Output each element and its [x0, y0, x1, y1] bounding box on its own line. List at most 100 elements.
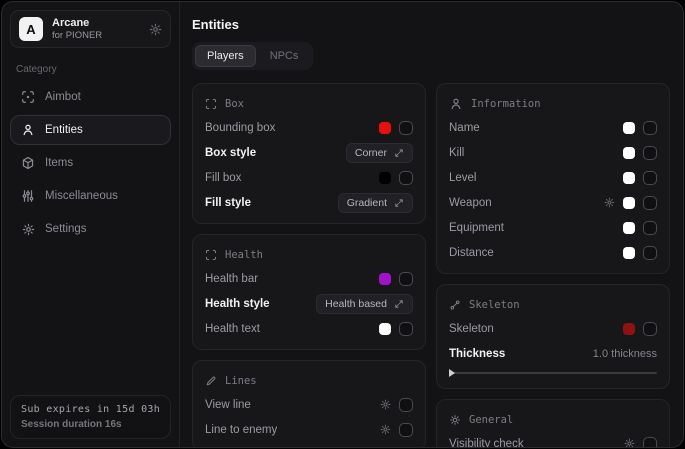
row-controls: [380, 423, 413, 437]
checkbox[interactable]: [643, 146, 657, 160]
sidebar-item-aimbot[interactable]: Aimbot: [10, 82, 171, 112]
style-select[interactable]: Health based: [316, 294, 413, 314]
color-swatch[interactable]: [379, 323, 391, 335]
sun-icon: [449, 414, 461, 426]
brand-logo: A: [19, 17, 43, 41]
person-icon: [449, 97, 463, 111]
gear-icon[interactable]: [380, 399, 391, 410]
color-swatch[interactable]: [623, 172, 635, 184]
row-label: Line to enemy: [205, 424, 277, 436]
row-label: Distance: [449, 247, 494, 259]
pencil-icon: [205, 375, 217, 387]
toggle-row: Equipment: [449, 215, 657, 240]
color-swatch[interactable]: [623, 323, 635, 335]
sidebar-item-miscellaneous[interactable]: Miscellaneous: [10, 181, 171, 211]
color-swatch[interactable]: [623, 247, 635, 259]
row-controls: [623, 146, 657, 160]
sidebar-item-label: Items: [45, 157, 73, 169]
row-label: Health style: [205, 298, 270, 310]
style-select[interactable]: Gradient: [338, 193, 413, 213]
tab-players[interactable]: Players: [195, 45, 256, 67]
row-controls: Gradient: [338, 193, 413, 213]
expand-icon: [394, 299, 404, 309]
color-swatch[interactable]: [623, 197, 635, 209]
checkbox[interactable]: [399, 272, 413, 286]
toggle-row: Health text: [205, 316, 413, 341]
row-controls: [379, 171, 413, 185]
row-controls: [623, 121, 657, 135]
checkbox[interactable]: [643, 171, 657, 185]
card-health: HealthHealth bar Health style Health based…: [192, 234, 426, 350]
row-label: Visibility check: [449, 438, 524, 448]
row-controls: [379, 121, 413, 135]
checkbox[interactable]: [643, 221, 657, 235]
checkbox[interactable]: [399, 423, 413, 437]
main-panel: Entities PlayersNPCs BoxBounding boxBox …: [180, 2, 683, 447]
card-box: BoxBounding boxBox styleCornerFill boxFi…: [192, 83, 426, 224]
row-label: Fill style: [205, 197, 251, 209]
checkbox[interactable]: [643, 322, 657, 336]
slider-label: Thickness: [449, 348, 505, 360]
card-title: Information: [471, 98, 541, 110]
color-swatch[interactable]: [623, 122, 635, 134]
row-label: Box style: [205, 147, 256, 159]
checkbox[interactable]: [399, 322, 413, 336]
gear-icon[interactable]: [624, 438, 635, 447]
row-controls: [623, 171, 657, 185]
gear-icon[interactable]: [604, 197, 615, 208]
row-label: Equipment: [449, 222, 504, 234]
row-label: Fill box: [205, 172, 241, 184]
checkbox[interactable]: [643, 196, 657, 210]
subscription-card: Sub expires in 15d 03h Session duration …: [10, 395, 171, 439]
sidebar-item-entities[interactable]: Entities: [10, 115, 171, 145]
slider-track[interactable]: [449, 372, 657, 374]
card-skeleton: SkeletonSkeletonThickness1.0 thickness: [436, 284, 670, 389]
style-select[interactable]: Corner: [346, 143, 413, 163]
brand-name: Arcane: [52, 17, 102, 29]
select-row: Fill style Gradient: [205, 190, 413, 215]
tab-npcs[interactable]: NPCs: [258, 45, 311, 67]
color-swatch[interactable]: [379, 172, 391, 184]
checkbox[interactable]: [643, 437, 657, 448]
select-row: Health style Health based: [205, 291, 413, 316]
cards-column-right: InformationNameKillLevelWeaponEquipmentD…: [436, 83, 670, 447]
toggle-row: Skeleton: [449, 316, 657, 341]
sliders-icon: [21, 189, 35, 203]
row-controls: [623, 246, 657, 260]
toggle-row: Kill: [449, 140, 657, 165]
gear-icon[interactable]: [149, 23, 162, 36]
row-label: View line: [205, 399, 251, 411]
slider-row: Thickness1.0 thickness: [449, 341, 657, 380]
expand-icon: [394, 198, 404, 208]
toggle-row: Level: [449, 165, 657, 190]
color-swatch[interactable]: [623, 147, 635, 159]
toggle-row: Distance: [449, 240, 657, 265]
toggle-row: Bounding box: [205, 115, 413, 140]
checkbox[interactable]: [399, 398, 413, 412]
card-header: Health: [205, 244, 413, 266]
person-icon: [21, 123, 35, 137]
brand-text: Arcane for PIONER: [52, 17, 102, 41]
toggle-row: Weapon: [449, 190, 657, 215]
checkbox[interactable]: [643, 246, 657, 260]
color-swatch[interactable]: [379, 273, 391, 285]
slider-handle[interactable]: [449, 369, 455, 377]
sidebar-item-items[interactable]: Items: [10, 148, 171, 178]
sidebar-item-label: Entities: [45, 124, 83, 136]
sidebar-item-label: Aimbot: [45, 91, 81, 103]
checkbox[interactable]: [399, 121, 413, 135]
color-swatch[interactable]: [379, 122, 391, 134]
toggle-row: Health bar: [205, 266, 413, 291]
row-label: Weapon: [449, 197, 492, 209]
checkbox[interactable]: [643, 121, 657, 135]
color-swatch[interactable]: [623, 222, 635, 234]
bone-icon: [449, 299, 461, 311]
row-label: Health text: [205, 323, 260, 335]
row-label: Kill: [449, 147, 464, 159]
sidebar-item-settings[interactable]: Settings: [10, 214, 171, 244]
gear-icon[interactable]: [380, 424, 391, 435]
row-controls: [379, 272, 413, 286]
sidebar-nav: Aimbot Entities Items MiscellaneousSettings: [10, 82, 171, 244]
checkbox[interactable]: [399, 171, 413, 185]
cards-column-left: BoxBounding boxBox styleCornerFill boxFi…: [192, 83, 426, 447]
